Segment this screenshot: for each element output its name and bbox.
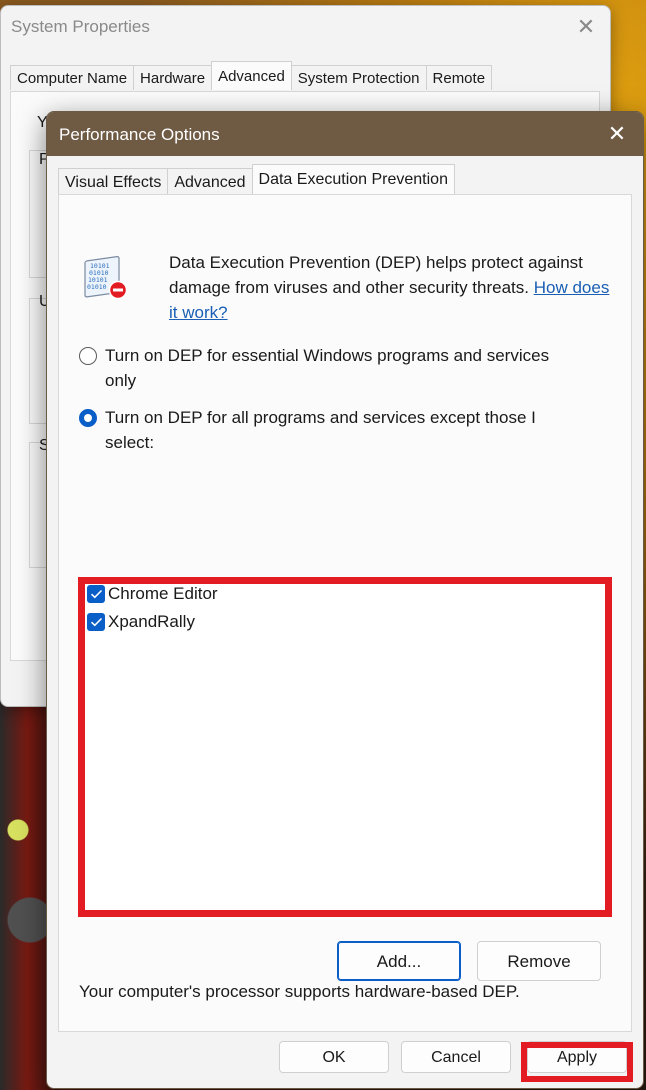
radio-essential-only[interactable]: Turn on DEP for essential Windows progra… xyxy=(79,343,575,393)
dep-panel: 10101 01010 10101 01010 Data Execution P… xyxy=(58,194,632,1032)
dep-binary-document-icon: 10101 01010 10101 01010 xyxy=(84,256,128,300)
tab-visual-effects[interactable]: Visual Effects xyxy=(58,168,169,194)
dep-description-text: Data Execution Prevention (DEP) helps pr… xyxy=(169,253,583,297)
checkmark-icon xyxy=(90,589,102,599)
tab-advanced[interactable]: Advanced xyxy=(211,61,292,90)
tab-hardware[interactable]: Hardware xyxy=(133,65,213,90)
dialog-close-icon[interactable]: ✕ xyxy=(603,122,631,148)
list-item-chrome-editor[interactable]: Chrome Editor xyxy=(87,584,218,604)
hardware-dep-status: Your computer's processor supports hardw… xyxy=(79,982,520,1001)
cancel-button[interactable]: Cancel xyxy=(401,1041,511,1073)
checkbox-checked[interactable] xyxy=(87,613,105,631)
ok-button[interactable]: OK xyxy=(279,1041,389,1073)
program-exception-list[interactable]: Chrome Editor XpandRally xyxy=(78,577,612,917)
apply-highlight xyxy=(521,1042,633,1082)
checkbox-checked[interactable] xyxy=(87,585,105,603)
tab-advanced[interactable]: Advanced xyxy=(167,168,253,194)
radio-button[interactable] xyxy=(79,347,97,365)
radio-all-except-selected[interactable]: Turn on DEP for all programs and service… xyxy=(79,405,575,455)
radio-label[interactable]: Turn on DEP for all programs and service… xyxy=(105,405,575,455)
add-button[interactable]: Add... xyxy=(337,941,461,981)
radio-button-selected[interactable] xyxy=(79,409,97,427)
performance-options-tabs: Visual Effects Advanced Data Execution P… xyxy=(58,164,455,196)
tab-system-protection[interactable]: System Protection xyxy=(290,65,427,90)
system-properties-tabs: Computer Name Hardware Advanced System P… xyxy=(10,61,493,91)
system-properties-title: System Properties xyxy=(11,17,150,36)
dialog-title: Performance Options xyxy=(59,125,220,144)
dep-description: Data Execution Prevention (DEP) helps pr… xyxy=(169,250,619,325)
performance-options-dialog[interactable]: Performance Options ✕ Visual Effects Adv… xyxy=(46,111,644,1089)
list-item-xpandrally[interactable]: XpandRally xyxy=(87,612,195,632)
system-properties-close-icon[interactable]: ✕ xyxy=(573,16,599,40)
tab-data-execution-prevention[interactable]: Data Execution Prevention xyxy=(251,164,455,194)
checkmark-icon xyxy=(90,617,102,627)
radio-label[interactable]: Turn on DEP for essential Windows progra… xyxy=(105,343,575,393)
program-name: XpandRally xyxy=(108,612,195,631)
program-name: Chrome Editor xyxy=(108,584,218,603)
svg-text:01010: 01010 xyxy=(87,283,107,291)
tab-remote[interactable]: Remote xyxy=(425,65,493,90)
tab-computer-name[interactable]: Computer Name xyxy=(10,65,135,90)
remove-button[interactable]: Remove xyxy=(477,941,601,981)
